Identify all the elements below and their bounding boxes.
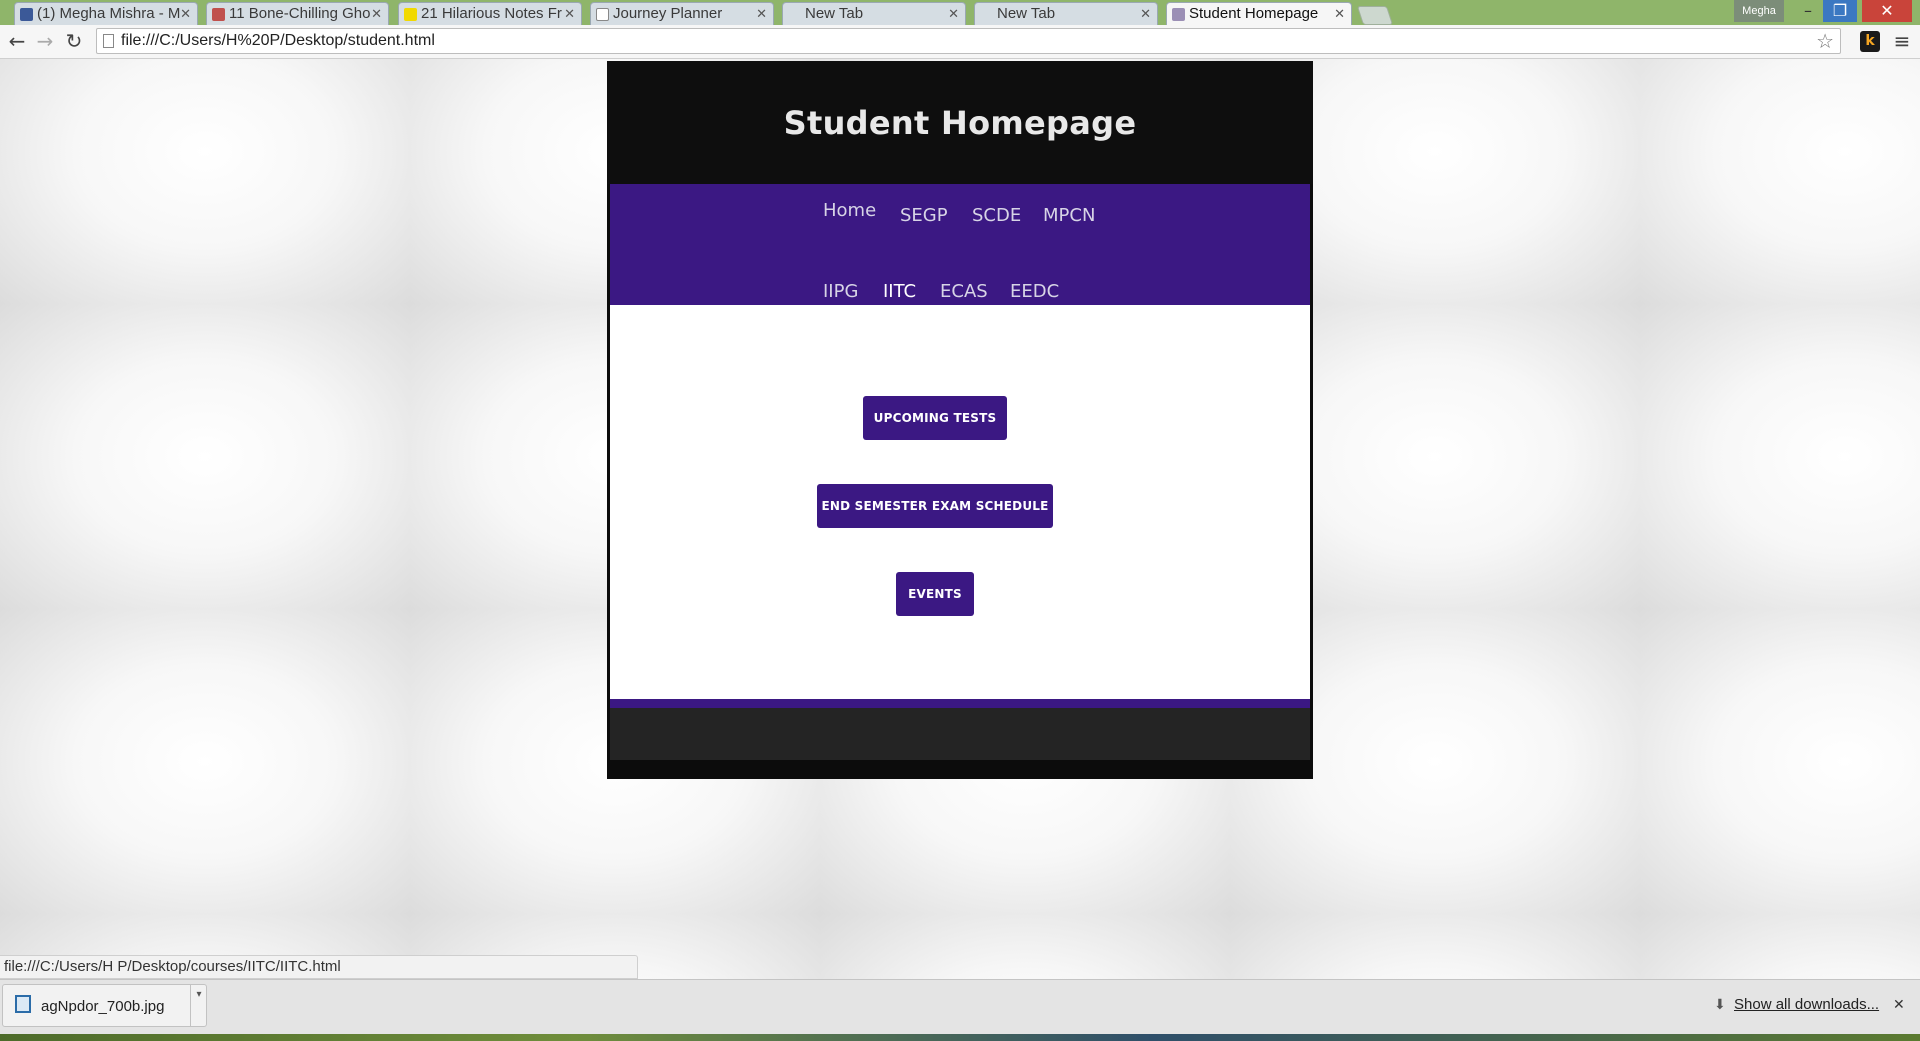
tab-new-tab-2[interactable]: New Tab ✕ <box>974 2 1158 25</box>
tab-strip: (1) Megha Mishra - M ✕ 11 Bone-Chilling … <box>0 0 1920 26</box>
close-tab-icon[interactable]: ✕ <box>948 3 959 25</box>
download-file-name: agNpdor_700b.jpg <box>41 998 165 1015</box>
forward-arrow-icon[interactable]: → <box>33 29 57 53</box>
tab-student-homepage[interactable]: Student Homepage ✕ <box>1166 2 1352 26</box>
nav-item-mpcn[interactable]: MPCN <box>1043 205 1095 226</box>
tab-bone-chilling[interactable]: 11 Bone-Chilling Gho ✕ <box>206 2 389 25</box>
nav-item-scde[interactable]: SCDE <box>972 205 1021 226</box>
download-shelf: agNpdor_700b.jpg ▾ ⬇ Show all downloads.… <box>0 979 1920 1035</box>
profile-badge[interactable]: Megha <box>1734 0 1784 22</box>
page-icon <box>103 34 114 48</box>
url-text[interactable]: file:///C:/Users/H%20P/Desktop/student.h… <box>121 29 435 53</box>
new-tab-button[interactable] <box>1356 6 1394 25</box>
tab-label: New Tab <box>997 5 1056 22</box>
close-shelf-icon[interactable]: ✕ <box>1893 980 1905 1030</box>
close-tab-icon[interactable]: ✕ <box>564 3 575 25</box>
tab-label: 21 Hilarious Notes Fr <box>421 5 562 22</box>
tab-label: Journey Planner <box>613 5 723 22</box>
close-tab-icon[interactable]: ✕ <box>1334 3 1345 25</box>
taskbar-strip <box>0 1034 1920 1041</box>
article-icon <box>212 8 225 21</box>
maximize-icon[interactable]: ❐ <box>1823 0 1857 22</box>
nav-item-eedc[interactable]: EEDC <box>1010 281 1059 302</box>
nav-item-home[interactable]: Home <box>823 200 876 221</box>
page-viewport: Student Homepage Home SEGP SCDE MPCN IIP… <box>0 59 1920 979</box>
status-bubble: file:///C:/Users/H P/Desktop/courses/IIT… <box>0 955 638 979</box>
nav-item-ecas[interactable]: ECAS <box>940 281 988 302</box>
extension-k-icon[interactable]: k <box>1860 31 1880 52</box>
address-bar[interactable]: file:///C:/Users/H%20P/Desktop/student.h… <box>96 28 1841 54</box>
student-favicon-icon <box>1172 8 1185 21</box>
main-content: UPCOMING TESTS END SEMESTER EXAM SCHEDUL… <box>610 305 1310 699</box>
back-arrow-icon[interactable]: ← <box>5 29 29 53</box>
close-tab-icon[interactable]: ✕ <box>371 3 382 25</box>
download-item[interactable]: agNpdor_700b.jpg ▾ <box>2 984 207 1027</box>
page-header: Student Homepage <box>607 61 1313 184</box>
page-title: Student Homepage <box>783 104 1137 142</box>
events-button[interactable]: EVENTS <box>896 572 974 616</box>
show-all-downloads-link[interactable]: Show all downloads... <box>1734 980 1879 1030</box>
facebook-icon <box>20 8 33 21</box>
tab-hilarious-notes[interactable]: 21 Hilarious Notes Fr ✕ <box>398 2 582 25</box>
tab-label: (1) Megha Mishra - M <box>37 5 181 22</box>
page-footer <box>610 708 1310 760</box>
close-tab-icon[interactable]: ✕ <box>1140 3 1151 25</box>
notes-icon <box>404 8 417 21</box>
tab-journey-planner[interactable]: Journey Planner ✕ <box>590 2 774 25</box>
tab-facebook[interactable]: (1) Megha Mishra - M ✕ <box>14 2 198 25</box>
nav-item-iipg[interactable]: IIPG <box>823 281 858 302</box>
close-tab-icon[interactable]: ✕ <box>756 3 767 25</box>
nav-item-iitc[interactable]: IITC <box>883 281 916 302</box>
page-icon <box>596 8 609 21</box>
chevron-down-icon[interactable]: ▾ <box>190 985 207 1026</box>
tab-new-tab-1[interactable]: New Tab ✕ <box>782 2 966 25</box>
upcoming-tests-button[interactable]: UPCOMING TESTS <box>863 396 1007 440</box>
tab-label: 11 Bone-Chilling Gho <box>229 5 371 22</box>
tab-label: New Tab <box>805 5 864 22</box>
tab-label: Student Homepage <box>1189 5 1319 22</box>
nav-item-segp[interactable]: SEGP <box>900 205 948 226</box>
reload-icon[interactable]: ↻ <box>62 29 86 53</box>
close-tab-icon[interactable]: ✕ <box>180 3 191 25</box>
menu-icon[interactable]: ≡ <box>1890 29 1914 53</box>
bookmark-star-icon[interactable]: ☆ <box>1816 29 1834 53</box>
download-arrow-icon: ⬇ <box>1714 997 1726 1013</box>
close-window-icon[interactable]: ✕ <box>1862 0 1912 22</box>
image-file-icon <box>15 995 31 1013</box>
browser-toolbar: ← → ↻ file:///C:/Users/H%20P/Desktop/stu… <box>0 25 1920 59</box>
accent-band <box>610 699 1310 708</box>
exam-schedule-button[interactable]: END SEMESTER EXAM SCHEDULE <box>817 484 1053 528</box>
student-page: Student Homepage Home SEGP SCDE MPCN IIP… <box>607 61 1313 779</box>
course-nav: Home SEGP SCDE MPCN IIPG IITC ECAS EEDC <box>610 184 1310 305</box>
